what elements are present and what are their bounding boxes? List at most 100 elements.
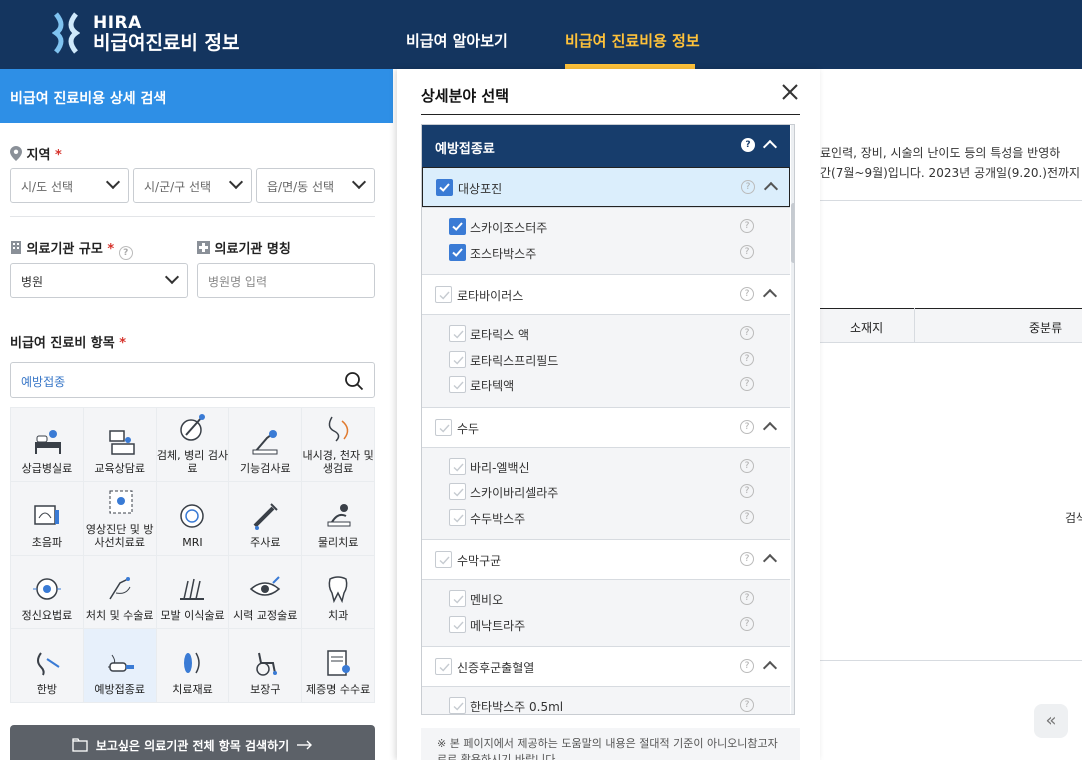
category-tile[interactable]: 예방접종료 (83, 629, 156, 702)
help-icon[interactable]: ? (740, 244, 754, 259)
subcategory-row[interactable]: 메낙트라주? (422, 614, 790, 636)
category-tile[interactable]: 처치 및 수술료 (83, 555, 156, 629)
nav-learn[interactable]: 비급여 알아보기 (406, 30, 508, 51)
category-tile[interactable]: 제증명 수수료 (302, 629, 374, 702)
category-tile[interactable]: 시력 교정술료 (229, 555, 302, 629)
category-tile[interactable]: 검체, 병리 검사료 (156, 408, 229, 481)
category-tile[interactable]: 보장구 (229, 629, 302, 702)
search-icon[interactable] (344, 371, 364, 391)
category-tile[interactable]: 모발 이식술료 (156, 555, 229, 629)
category-row[interactable]: 로타바이러스? (422, 274, 790, 314)
chevron-up-icon[interactable] (763, 181, 779, 197)
subcategory-checkbox[interactable] (449, 697, 466, 714)
subcategory-row[interactable]: 멘비오? (422, 588, 790, 610)
subcategory-row[interactable]: 스카이조스터주? (422, 216, 790, 238)
category-checkbox[interactable] (435, 418, 452, 436)
help-icon[interactable]: ? (740, 616, 754, 631)
subcategory-checkbox[interactable] (449, 508, 466, 526)
subcategory-row[interactable]: 한타박스주 0.5ml? (422, 695, 790, 714)
category-row[interactable]: 신증후군출혈열? (422, 646, 790, 686)
group-header[interactable]: 예방접종료 ? (422, 125, 790, 167)
subcategory-checkbox[interactable] (449, 483, 466, 500)
hospital-name-placeholder: 병원명 입력 (208, 275, 268, 289)
category-tile[interactable]: 치과 (302, 555, 374, 629)
scale-select[interactable]: 병원 (10, 263, 188, 298)
category-row[interactable]: 수막구균? (422, 539, 790, 579)
category-tile-label: 시력 교정술료 (233, 609, 298, 623)
subcategory-checkbox[interactable] (449, 218, 466, 235)
help-icon[interactable]: ? (740, 326, 754, 340)
help-icon[interactable]: ? (740, 219, 754, 233)
eupmyeondong-select[interactable]: 읍/면/동 선택 (256, 168, 375, 203)
subcategory-checkbox[interactable] (449, 243, 466, 261)
help-icon[interactable]: ? (740, 377, 754, 391)
help-icon[interactable]: ? (741, 180, 755, 194)
help-icon[interactable]: ? (740, 351, 754, 366)
category-tile[interactable]: 정신요법료 (11, 555, 83, 629)
help-icon[interactable]: ? (740, 698, 754, 712)
category-tile[interactable]: 교육상담료 (83, 408, 156, 481)
chevron-up-icon[interactable] (762, 553, 778, 569)
subcategory-checkbox[interactable] (449, 590, 466, 607)
subcategory-checkbox[interactable] (449, 350, 466, 368)
subcategory-row[interactable]: 조스타박스주? (422, 242, 790, 264)
subcategory-row[interactable]: 로타릭스 액? (422, 323, 790, 345)
subcategory-label: 메낙트라주 (470, 618, 526, 633)
help-icon[interactable]: ? (740, 509, 754, 524)
scrollbar-thumb[interactable] (791, 203, 794, 263)
sido-select[interactable]: 시/도 선택 (10, 168, 129, 203)
help-icon[interactable]: ? (740, 484, 754, 498)
category-tile[interactable]: 내시경, 천자 및 생검료 (302, 408, 374, 481)
subcategory-row[interactable]: 로타릭스프리필드? (422, 349, 790, 371)
subcategory-checkbox[interactable] (449, 615, 466, 633)
help-icon[interactable]: ? (740, 419, 754, 434)
category-checkbox[interactable] (435, 658, 452, 675)
category-tile[interactable]: 한방 (11, 629, 83, 702)
help-icon[interactable]: ? (118, 246, 133, 260)
category-tile[interactable]: MRI (156, 481, 229, 555)
hospital-name-input[interactable]: 병원명 입력 (197, 263, 375, 298)
help-icon[interactable]: ? (740, 659, 754, 673)
category-checkbox[interactable] (435, 286, 452, 303)
arrow-right-icon (297, 740, 313, 750)
pager-first-button[interactable]: « (1034, 704, 1068, 738)
chevron-up-icon[interactable] (762, 288, 778, 304)
category-tile[interactable]: 치료재료 (156, 629, 229, 702)
category-tile[interactable]: 물리치료 (302, 481, 374, 555)
subcategory-row[interactable]: 바리-엘백신? (422, 456, 790, 478)
subcategory-label: 스카이바리셀라주 (470, 486, 559, 500)
nav-cost-info[interactable]: 비급여 진료비용 정보 (565, 30, 700, 51)
subcategory-label: 로타릭스프리필드 (470, 353, 559, 368)
category-tile[interactable]: 상급병실료 (11, 408, 83, 481)
subcategory-row[interactable]: 로타텍액? (422, 374, 790, 396)
logo-line2: 비급여진료비 정보 (93, 32, 240, 54)
chevron-up-icon[interactable] (762, 660, 778, 676)
logo-text[interactable]: HIRA 비급여진료비 정보 (93, 13, 239, 53)
help-icon[interactable]: ? (740, 458, 754, 473)
help-icon[interactable]: ? (740, 552, 754, 566)
search-all-button[interactable]: 보고싶은 의료기관 전체 항목 검색하기 (10, 725, 375, 760)
subcategory-label: 바리-엘백신 (470, 460, 530, 475)
category-tile[interactable]: 주사료 (229, 481, 302, 555)
item-search-input[interactable]: 예방접종 (10, 362, 375, 398)
category-tile[interactable]: 영상진단 및 방사선치료료 (83, 481, 156, 555)
subcategory-checkbox[interactable] (449, 457, 466, 475)
help-icon[interactable]: ? (740, 287, 754, 301)
subcategory-row[interactable]: 스카이바리셀라주? (422, 481, 790, 503)
category-label: 신증후군출혈열 (457, 661, 535, 675)
category-checkbox[interactable] (435, 551, 452, 568)
category-row[interactable]: 대상포진? (422, 167, 790, 207)
category-row[interactable]: 수두? (422, 406, 790, 447)
subcategory-checkbox[interactable] (449, 376, 466, 393)
category-tile[interactable]: 기능검사료 (229, 408, 302, 481)
close-icon[interactable] (780, 82, 800, 102)
help-icon[interactable]: ? (741, 138, 755, 152)
chevron-up-icon[interactable] (762, 421, 778, 436)
category-tile[interactable]: 초음파 (11, 481, 83, 555)
sigungu-select[interactable]: 시/군/구 선택 (133, 168, 252, 203)
subcategory-checkbox[interactable] (449, 325, 466, 342)
help-icon[interactable]: ? (740, 591, 754, 605)
category-checkbox[interactable] (436, 179, 453, 196)
chevron-up-icon[interactable] (762, 139, 778, 155)
subcategory-row[interactable]: 수두박스주? (422, 507, 790, 529)
